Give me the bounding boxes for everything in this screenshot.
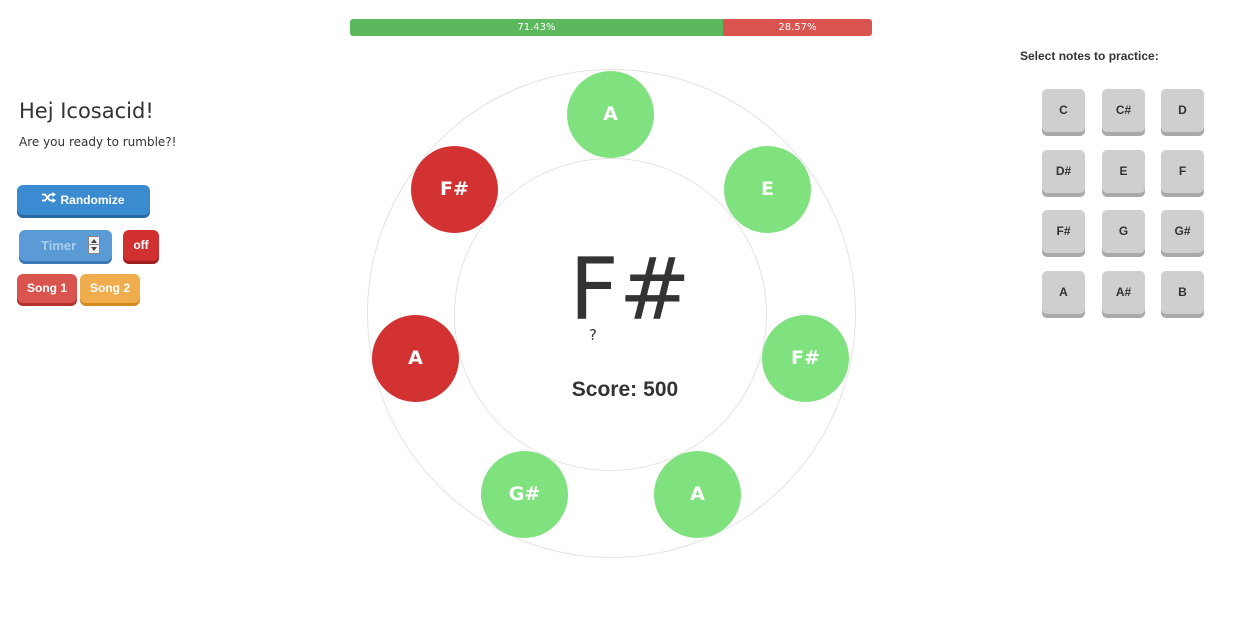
note-toggle-button[interactable]: F# <box>1042 210 1085 253</box>
note-toggle-button[interactable]: D# <box>1042 150 1085 193</box>
randomize-label: Randomize <box>60 193 125 207</box>
spinner-up-icon[interactable] <box>91 239 97 243</box>
note-circle[interactable]: A <box>372 315 459 402</box>
note-circle[interactable]: E <box>724 146 811 233</box>
note-toggle-button[interactable]: G <box>1102 210 1145 253</box>
note-selection-title: Select notes to practice: <box>1020 49 1159 63</box>
score-value: 500 <box>643 378 679 401</box>
note-toggle-button[interactable]: E <box>1102 150 1145 193</box>
note-toggle-button[interactable]: F <box>1161 150 1204 193</box>
spinner-divider <box>89 244 99 245</box>
note-circle[interactable]: A <box>654 451 741 538</box>
timer-input[interactable]: Timer <box>19 230 112 261</box>
note-circle[interactable]: F# <box>411 146 498 233</box>
spinner-down-icon[interactable] <box>91 247 97 251</box>
app-root: 71.43% 28.57% Hej Icosacid! Are you read… <box>0 0 1236 642</box>
greeting-subtitle: Are you ready to rumble?! <box>19 135 177 149</box>
hint-toggle[interactable]: ? <box>589 326 597 344</box>
song2-button[interactable]: Song 2 <box>80 274 140 303</box>
note-toggle-button[interactable]: B <box>1161 271 1204 314</box>
song1-button[interactable]: Song 1 <box>17 274 77 303</box>
shuffle-icon <box>42 184 57 214</box>
note-toggle-button[interactable]: A# <box>1102 271 1145 314</box>
score-display: Score: 500 <box>520 378 730 402</box>
note-circle[interactable]: A <box>567 71 654 158</box>
note-circle[interactable]: G# <box>481 451 568 538</box>
current-note: F# <box>569 240 691 340</box>
randomize-button[interactable]: Randomize <box>17 185 150 215</box>
note-toggle-button[interactable]: C# <box>1102 89 1145 132</box>
note-toggle-button[interactable]: G# <box>1161 210 1204 253</box>
timer-placeholder: Timer <box>41 238 77 253</box>
progress-correct-segment: 71.43% <box>350 19 723 36</box>
progress-wrong-segment: 28.57% <box>722 19 872 36</box>
score-progress-bar: 71.43% 28.57% <box>350 19 872 36</box>
timer-spinner[interactable] <box>88 236 100 254</box>
note-toggle-button[interactable]: C <box>1042 89 1085 132</box>
score-label: Score: <box>571 378 638 401</box>
note-circle[interactable]: F# <box>762 315 849 402</box>
timer-toggle-button[interactable]: off <box>123 230 159 261</box>
note-toggle-button[interactable]: D <box>1161 89 1204 132</box>
note-toggle-button[interactable]: A <box>1042 271 1085 314</box>
greeting-heading: Hej Icosacid! <box>19 99 154 123</box>
